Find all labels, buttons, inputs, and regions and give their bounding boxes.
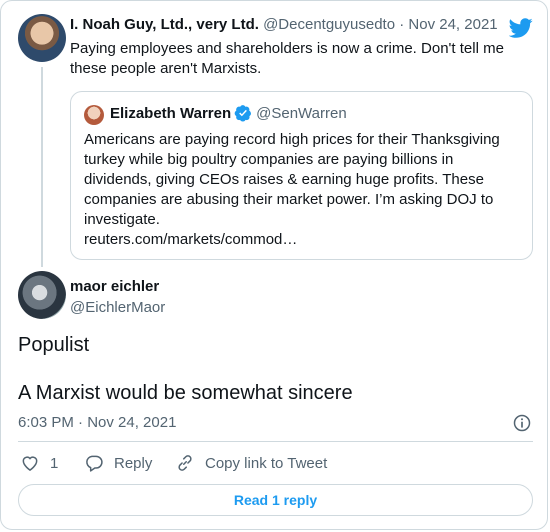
heart-icon: [22, 456, 38, 471]
parent-author-handle[interactable]: @Decentguyusedto: [263, 16, 395, 33]
verified-badge-icon: [234, 105, 252, 122]
info-icon[interactable]: [512, 413, 532, 433]
copy-link-label: Copy link to Tweet: [205, 454, 328, 472]
avatar[interactable]: [18, 14, 66, 62]
like-count: 1: [50, 454, 59, 472]
quoted-author-handle: @SenWarren: [256, 104, 347, 122]
separator-dot: ·: [395, 16, 409, 33]
tweet-embed-card: I. Noah Guy, Ltd., very Ltd. @Decentguyu…: [0, 0, 548, 530]
link-icon: [178, 455, 192, 471]
reply-label: Reply: [114, 454, 153, 472]
tweet-text-line-2: A Marxist would be somewhat sincere: [18, 382, 353, 404]
tweet-text-line-1: Populist: [18, 334, 90, 356]
tweet-timestamp[interactable]: 6:03 PM · Nov 24, 2021: [18, 414, 176, 431]
quoted-tweet[interactable]: Elizabeth Warren @SenWarren Americans ar…: [70, 91, 533, 260]
quoted-author-name: Elizabeth Warren: [110, 104, 232, 122]
quoted-link[interactable]: reuters.com/markets/commod…: [84, 231, 297, 248]
thread-connector-line: [41, 67, 43, 267]
author-handle[interactable]: @EichlerMaor: [70, 299, 165, 316]
copy-link-button[interactable]: Copy link to Tweet: [175, 453, 327, 473]
parent-tweet-date[interactable]: Nov 24, 2021: [408, 16, 497, 33]
reply-button[interactable]: Reply: [84, 453, 152, 473]
read-replies-button[interactable]: Read 1 reply: [18, 484, 533, 516]
quoted-text-body: Americans are paying record high prices …: [84, 131, 500, 228]
parent-author-name[interactable]: I. Noah Guy, Ltd., very Ltd.: [70, 16, 259, 33]
twitter-bird-icon[interactable]: [509, 16, 533, 40]
like-button[interactable]: 1: [20, 453, 58, 473]
divider: [18, 441, 533, 442]
quoted-avatar: [84, 105, 104, 125]
parent-tweet-text: Paying employees and shareholders is now…: [70, 40, 504, 77]
quoted-tweet-header: Elizabeth Warren @SenWarren: [110, 104, 347, 122]
reply-bubble-icon: [86, 455, 103, 472]
author-name[interactable]: maor eichler: [70, 278, 159, 295]
parent-tweet-header: I. Noah Guy, Ltd., very Ltd. @Decentguyu…: [70, 16, 498, 33]
avatar[interactable]: [18, 271, 66, 319]
quoted-tweet-text: Americans are paying record high prices …: [84, 130, 504, 250]
